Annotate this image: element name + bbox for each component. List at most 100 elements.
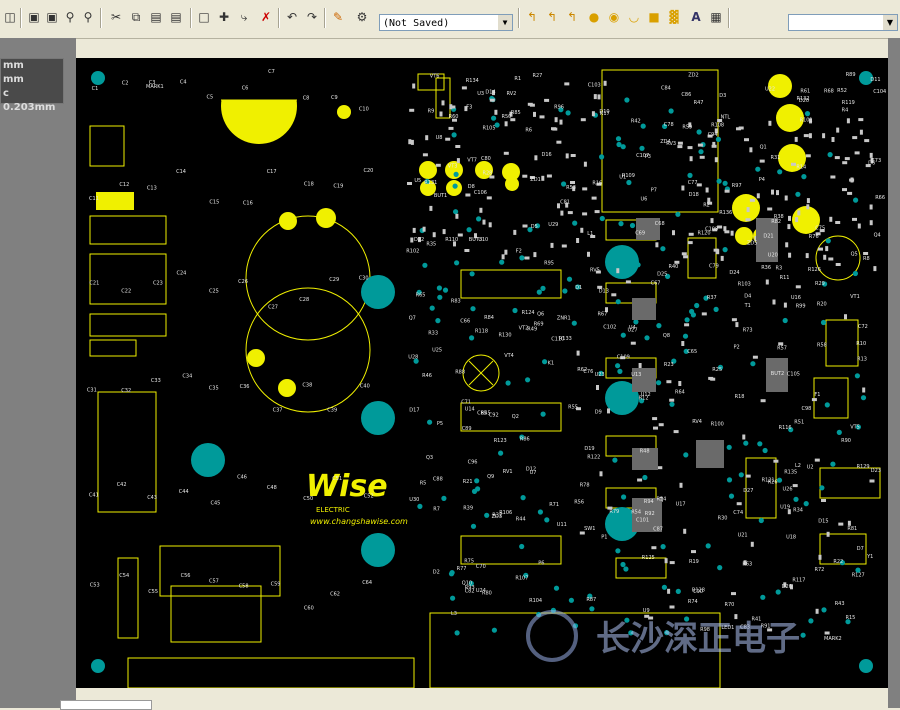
rubber-stamp-icon[interactable]: ⤷ bbox=[236, 9, 252, 25]
via bbox=[450, 595, 456, 601]
component-designator: C59 bbox=[271, 581, 281, 587]
select-rect-icon[interactable]: □ bbox=[196, 9, 212, 25]
via bbox=[491, 115, 497, 121]
component-designator: Q3 bbox=[426, 455, 433, 461]
via bbox=[436, 285, 442, 291]
net-icon[interactable]: ⚙ bbox=[354, 9, 370, 25]
zoom-in-icon[interactable]: ⚲ bbox=[62, 9, 78, 25]
place-fill-icon[interactable]: ■ bbox=[646, 9, 662, 25]
zoom-fit-icon[interactable]: ▣ bbox=[44, 9, 60, 25]
component-designator: C70 bbox=[476, 564, 486, 570]
smd-pad bbox=[679, 482, 683, 488]
cut-icon[interactable]: ✂ bbox=[108, 9, 124, 25]
component-designator: U21 bbox=[738, 533, 748, 539]
zoom-selected-icon[interactable]: ⚲ bbox=[80, 9, 96, 25]
mounting-hole bbox=[91, 659, 105, 673]
component-designator: R56 bbox=[574, 500, 584, 506]
place-component-icon[interactable]: ▦ bbox=[708, 9, 724, 25]
document-select[interactable]: (Not Saved) ▼ bbox=[379, 14, 513, 31]
via bbox=[728, 493, 735, 499]
component-designator: D17 bbox=[409, 407, 419, 413]
undo-icon[interactable]: ↶ bbox=[284, 9, 300, 25]
component-designator: R100 bbox=[711, 422, 724, 428]
text-icon[interactable]: A bbox=[688, 9, 704, 25]
component-designator: C57 bbox=[209, 578, 219, 584]
smd-pad bbox=[681, 185, 685, 191]
component-designator: C23 bbox=[153, 280, 163, 286]
via bbox=[429, 305, 435, 311]
component-designator: C45 bbox=[211, 500, 221, 506]
place-via-icon[interactable]: ● bbox=[586, 9, 602, 25]
redo-icon[interactable]: ↷ bbox=[304, 9, 320, 25]
smd-pad bbox=[667, 588, 671, 594]
diff-pair-icon[interactable]: ↰ bbox=[544, 9, 560, 25]
smd-pad bbox=[736, 502, 742, 506]
place-pad-icon[interactable]: ◉ bbox=[606, 9, 622, 25]
smd-pad bbox=[539, 115, 545, 119]
status-tab[interactable] bbox=[60, 700, 152, 710]
left-panel bbox=[0, 38, 76, 708]
component-designator: D6 bbox=[868, 161, 875, 167]
via bbox=[717, 565, 723, 571]
component-designator: C81 bbox=[560, 200, 570, 206]
via bbox=[827, 152, 833, 158]
via bbox=[825, 238, 831, 244]
smd-pad bbox=[863, 252, 869, 255]
component-designator: C20 bbox=[364, 168, 374, 174]
via bbox=[454, 630, 460, 636]
chevron-down-icon[interactable]: ▼ bbox=[498, 15, 512, 30]
component-designator: P5 bbox=[437, 421, 443, 427]
via bbox=[757, 441, 763, 447]
component-designator: R54 bbox=[631, 509, 641, 515]
capacitor-outline bbox=[245, 287, 371, 413]
via bbox=[762, 447, 768, 454]
component-designator: R83 bbox=[451, 298, 461, 304]
component-designator: C84 bbox=[661, 86, 671, 92]
via bbox=[474, 478, 480, 484]
place-arc-icon[interactable]: ◡ bbox=[626, 9, 642, 25]
chevron-down-icon[interactable]: ▼ bbox=[883, 15, 897, 30]
smd-pad bbox=[616, 268, 620, 274]
via bbox=[722, 247, 728, 253]
highlight-icon[interactable]: ✎ bbox=[330, 9, 346, 25]
smd-pad bbox=[771, 189, 774, 195]
component-designator: R9 bbox=[428, 109, 435, 115]
interactive-route-icon[interactable]: ↰ bbox=[524, 9, 540, 25]
via bbox=[698, 149, 704, 155]
via bbox=[683, 452, 689, 458]
component-designator: RV2 bbox=[507, 91, 517, 97]
smd-pad bbox=[835, 221, 841, 224]
via bbox=[750, 361, 756, 367]
copy-icon[interactable]: ⧉ bbox=[128, 9, 144, 25]
hud-line: c 0.203mm bbox=[3, 88, 56, 113]
component-designator: C18 bbox=[304, 181, 314, 187]
component-designator: R22 bbox=[833, 559, 843, 565]
move-icon[interactable]: ✚ bbox=[216, 9, 232, 25]
cross-probe-icon[interactable]: ✗ bbox=[258, 9, 274, 25]
zoom-area-icon[interactable]: ▣ bbox=[26, 9, 42, 25]
component-designator: C103 bbox=[588, 83, 601, 89]
multi-route-icon[interactable]: ↰ bbox=[564, 9, 580, 25]
pcb-canvas[interactable]: Wise ELECTRIC www.changshawise.com MARK1… bbox=[76, 58, 888, 688]
component-designator: R13 bbox=[857, 357, 867, 363]
smd-pad bbox=[432, 232, 436, 238]
smd-pad bbox=[746, 207, 750, 213]
component-designator: C15 bbox=[209, 200, 219, 206]
via bbox=[743, 440, 749, 446]
component-designator: R51 bbox=[794, 419, 804, 425]
layer-select[interactable]: ▼ bbox=[788, 14, 898, 31]
smd-pad bbox=[666, 380, 672, 384]
via bbox=[642, 474, 648, 481]
paste-icon[interactable]: ▤ bbox=[148, 9, 164, 25]
component-designator: R62 bbox=[577, 367, 587, 373]
via bbox=[824, 402, 830, 408]
via bbox=[537, 509, 543, 515]
paste-special-icon[interactable]: ▤ bbox=[168, 9, 184, 25]
component-designator: C34 bbox=[182, 373, 192, 379]
smd-pad bbox=[869, 204, 873, 210]
place-string-icon[interactable]: ▓ bbox=[666, 9, 682, 25]
component-designator: R134 bbox=[466, 78, 479, 84]
save-icon[interactable]: ◫ bbox=[2, 9, 18, 25]
smd-pad bbox=[559, 119, 563, 125]
component-designator: R6 bbox=[525, 128, 532, 134]
